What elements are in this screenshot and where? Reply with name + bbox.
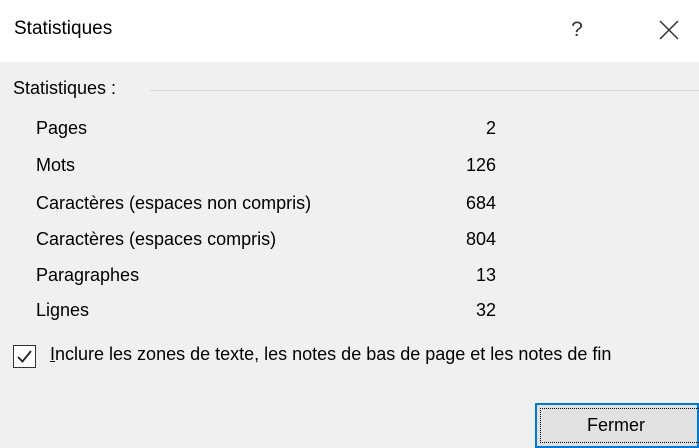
group-divider [150,90,699,91]
stat-value: 2 [485,118,496,138]
include-checkbox-label[interactable]: Inclure les zones de texte, les notes de… [50,344,611,365]
stat-row-lines: Lignes 32 [36,300,506,328]
include-checkbox[interactable] [13,345,36,368]
help-icon: ? [571,18,583,41]
help-button[interactable]: ? [552,8,602,52]
checkmark-icon [17,350,32,363]
stat-label: Caractères (espaces compris) [36,229,277,249]
stat-value: 684 [465,193,496,213]
stat-value: 13 [475,265,496,285]
stat-row-chars-with-spaces: Caractères (espaces compris) 804 [36,229,506,257]
stat-row-pages: Pages 2 [36,118,506,146]
stat-row-chars-no-spaces: Caractères (espaces non compris) 684 [36,193,506,221]
close-icon [659,20,679,40]
stat-value: 32 [475,300,496,320]
title-bar: Statistiques ? [0,0,699,62]
close-dialog-button[interactable]: Fermer [535,403,699,448]
window-title: Statistiques [14,18,113,39]
close-dialog-button-label: Fermer [587,415,645,435]
stat-label: Caractères (espaces non compris) [36,193,312,213]
label-text: nclure les zones de texte, les notes de … [55,344,612,364]
stat-row-words: Mots 126 [36,155,506,183]
stat-value: 804 [465,229,496,249]
stat-label: Mots [36,155,76,175]
stat-label: Pages [36,118,88,138]
stat-value: 126 [465,155,496,175]
stat-label: Paragraphes [36,265,140,285]
close-button[interactable] [642,8,696,52]
stat-label: Lignes [36,300,90,320]
stat-row-paragraphs: Paragraphes 13 [36,265,506,293]
group-label: Statistiques : [13,78,125,99]
